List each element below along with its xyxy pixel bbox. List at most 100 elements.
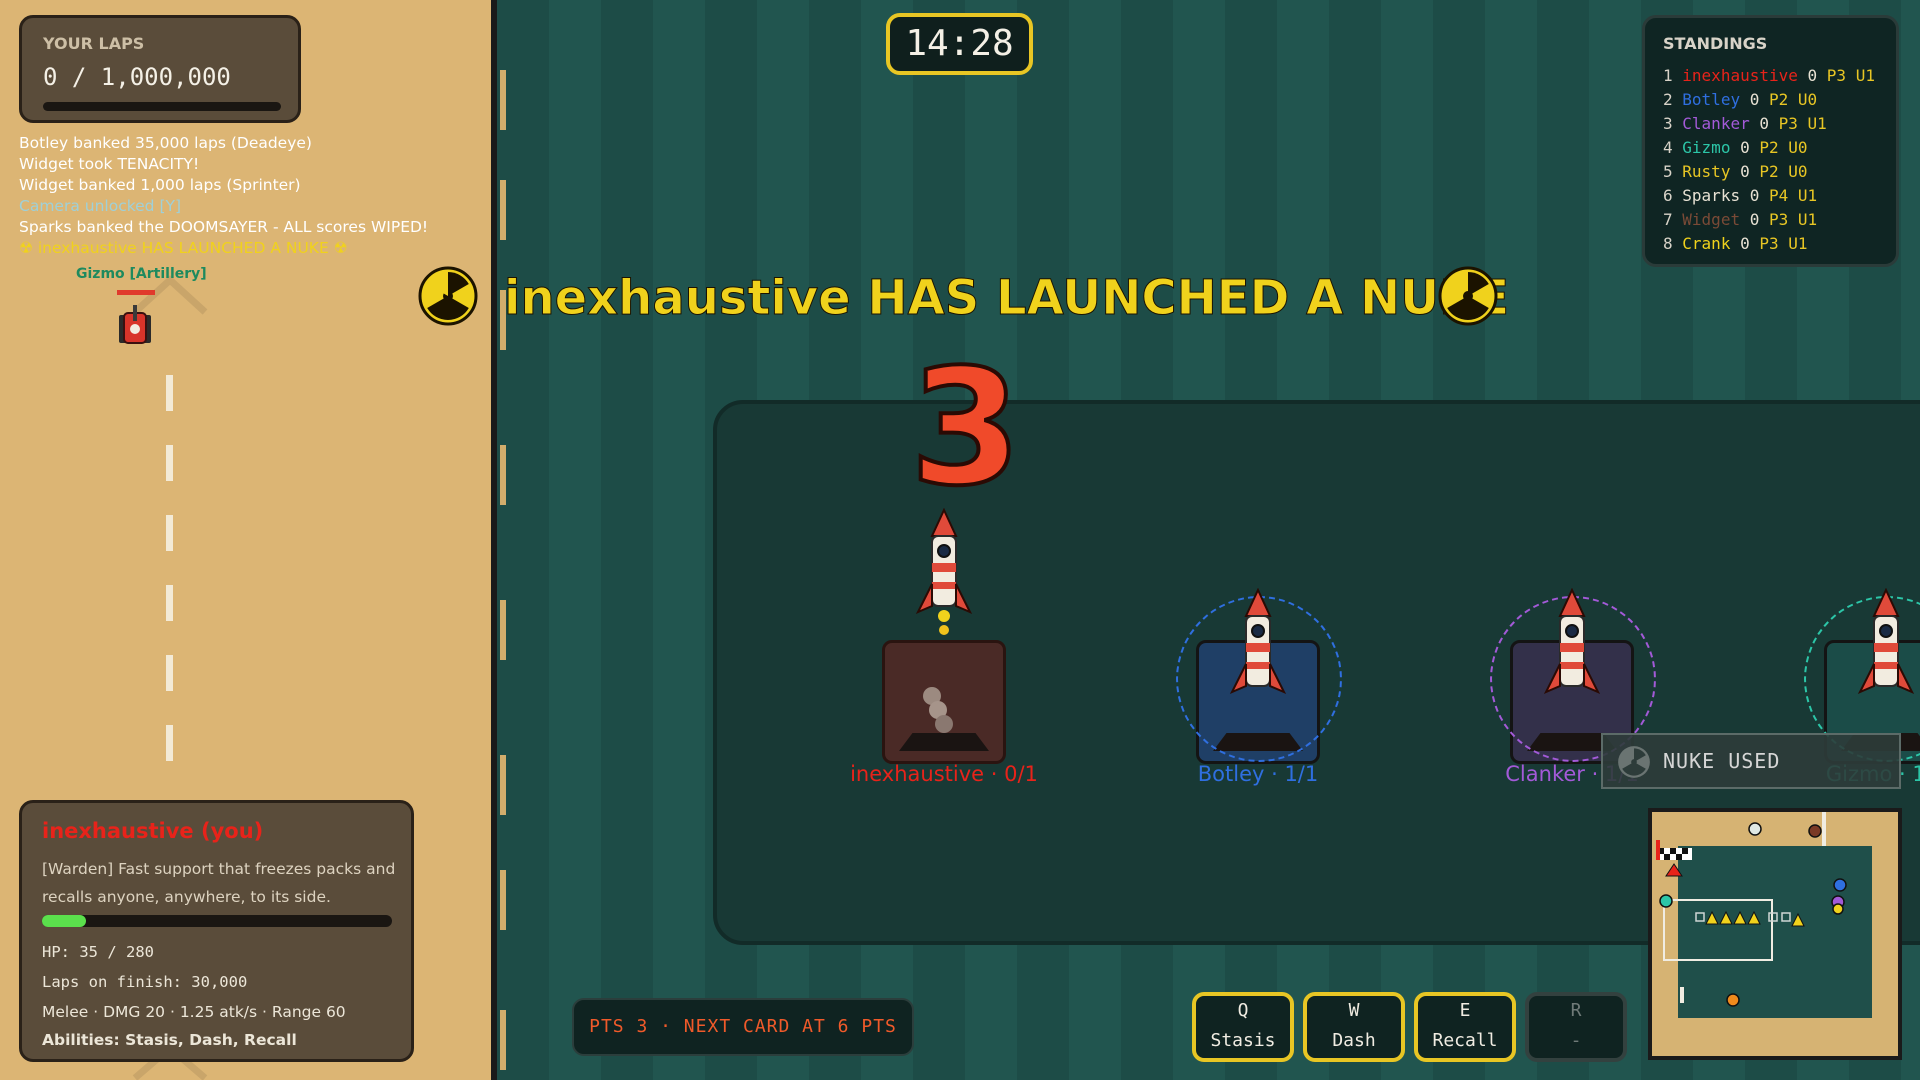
ability-button-w[interactable]: W Dash (1303, 992, 1405, 1062)
feed-message: Botley banked 35,000 laps (Deadeye) (19, 134, 312, 152)
standings-panel: STANDINGS 1 inexhaustive 0 P3 U1 2 Botley… (1642, 15, 1899, 267)
unit-stats: Melee · DMG 20 · 1.25 atk/s · Range 60 (42, 1003, 346, 1021)
standings-score: 0 (1749, 186, 1760, 205)
standings-list: 1 inexhaustive 0 P3 U1 2 Botley 0 P2 U0 3 … (1663, 64, 1875, 256)
standings-row: 6 Sparks 0 P4 U1 (1663, 184, 1875, 208)
laps-progress-bar (43, 102, 281, 111)
standings-name: inexhaustive (1682, 66, 1798, 85)
standings-rank: 6 (1663, 186, 1673, 205)
standings-upgrades: U1 (1855, 66, 1875, 85)
standings-position: P3 (1759, 234, 1779, 253)
standings-rank: 7 (1663, 210, 1673, 229)
standings-upgrades: U1 (1797, 210, 1818, 229)
ability-name: Stasis (1210, 1030, 1276, 1051)
standings-upgrades: U0 (1797, 90, 1818, 109)
ability-button-r[interactable]: R- (1525, 992, 1627, 1062)
radiation-icon (418, 266, 478, 326)
rocket-icon (1857, 588, 1915, 694)
laps-panel: YOUR LAPS 0 / 1,000,000 (19, 15, 301, 123)
feed-message: Camera unlocked [Y] (19, 197, 182, 215)
standings-row: 7 Widget 0 P3 U1 (1663, 208, 1875, 232)
standings-name: Botley (1682, 90, 1741, 109)
ability-hotkey: E (1459, 1000, 1471, 1021)
standings-rank: 3 (1663, 114, 1673, 133)
standings-name: Crank (1682, 234, 1731, 253)
standings-upgrades: U1 (1797, 186, 1818, 205)
laps-label: YOUR LAPS (43, 34, 145, 53)
unit-description: [Warden] Fast support that freezes packs… (42, 860, 396, 906)
ability-hotkey: Q (1237, 1000, 1249, 1021)
standings-position: P2 (1759, 138, 1779, 157)
feed-message: ☢ inexhaustive HAS LAUNCHED A NUKE ☢ (19, 239, 348, 257)
standings-score: 0 (1807, 66, 1818, 85)
standings-score: 0 (1740, 138, 1750, 157)
standings-upgrades: U1 (1807, 114, 1827, 133)
ability-name: Dash (1332, 1030, 1376, 1051)
standings-row: 8 Crank 0 P3 U1 (1663, 232, 1875, 256)
rocket-icon (1543, 588, 1601, 694)
standings-name: Gizmo (1682, 138, 1731, 157)
car-health-bar (117, 290, 155, 295)
ability-button-q[interactable]: Q Stasis (1192, 992, 1294, 1062)
standings-score: 0 (1740, 234, 1750, 253)
minimap[interactable] (1648, 808, 1902, 1060)
standings-row: 4 Gizmo 0 P2 U0 (1663, 136, 1875, 160)
unit-info-panel: inexhaustive (you) [Warden] Fast support… (19, 800, 414, 1062)
unit-health-bar (42, 915, 392, 927)
unit-hp: HP: 35 / 280 (42, 943, 154, 961)
standings-row: 2 Botley 0 P2 U0 (1663, 88, 1875, 112)
silo-label: inexhaustive · 0/1 (850, 762, 1038, 786)
lane-marking (166, 725, 173, 761)
car-icon (119, 305, 151, 344)
silo[interactable] (882, 640, 1006, 764)
standings-upgrades: U0 (1788, 162, 1808, 181)
standings-name: Widget (1682, 210, 1741, 229)
lane-marking (166, 515, 173, 551)
unit-health-fill (42, 915, 86, 927)
nuke-used-label: NUKE USED (1663, 749, 1781, 773)
laps-value: 0 / 1,000,000 (43, 63, 231, 91)
rocket-icon (915, 508, 973, 635)
unit-name: inexhaustive (you) (42, 819, 264, 843)
standings-position: P3 (1769, 210, 1789, 229)
standings-upgrades: U0 (1788, 138, 1808, 157)
standings-name: Rusty (1682, 162, 1731, 181)
ability-name: - (1570, 1030, 1582, 1051)
standings-rank: 8 (1663, 234, 1673, 253)
unit-laps-on-finish: Laps on finish: 30,000 (42, 973, 248, 991)
standings-score: 0 (1749, 90, 1760, 109)
feed-message: Widget took TENACITY! (19, 155, 200, 173)
lane-marking (166, 655, 173, 691)
silo-pad (899, 733, 989, 751)
standings-title: STANDINGS (1663, 34, 1768, 53)
standings-name: Clanker (1682, 114, 1750, 133)
standings-score: 0 (1759, 114, 1769, 133)
standings-rank: 2 (1663, 90, 1673, 109)
standings-score: 0 (1740, 162, 1750, 181)
standings-upgrades: U1 (1788, 234, 1808, 253)
points-display: PTS 3 · NEXT CARD AT 6 PTS (572, 998, 914, 1056)
feed-message: Sparks banked the DOOMSAYER - ALL scores… (19, 218, 429, 236)
match-clock: 14:28 (886, 13, 1033, 75)
standings-position: P4 (1769, 186, 1789, 205)
rocket-icon (1229, 588, 1287, 694)
smoke-puff (935, 715, 953, 733)
launch-countdown: 3 (908, 334, 1023, 521)
ability-button-e[interactable]: E Recall (1414, 992, 1516, 1062)
banner-text: inexhaustive HAS LAUNCHED A NUKE (503, 270, 1510, 327)
standings-position: P3 (1826, 66, 1847, 85)
lane-marking (166, 585, 173, 621)
standings-position: P2 (1759, 162, 1779, 181)
lane-marking (166, 375, 173, 411)
ability-name: Recall (1432, 1030, 1498, 1051)
lane-marking (166, 445, 173, 481)
car-nametag: Gizmo [Artillery] (76, 266, 207, 282)
standings-row: 3 Clanker 0 P3 U1 (1663, 112, 1875, 136)
standings-rank: 1 (1663, 66, 1673, 85)
standings-position: P2 (1769, 90, 1789, 109)
radiation-icon (1438, 266, 1498, 326)
standings-row: 5 Rusty 0 P2 U0 (1663, 160, 1875, 184)
standings-rank: 4 (1663, 138, 1673, 157)
feed-message: Widget banked 1,000 laps (Sprinter) (19, 176, 301, 194)
standings-name: Sparks (1682, 186, 1741, 205)
